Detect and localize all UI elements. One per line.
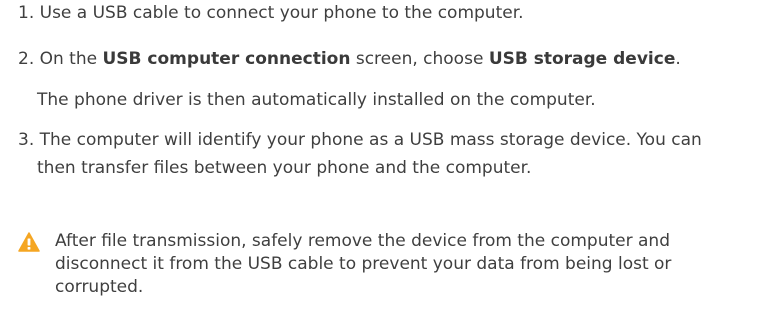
warning-icon: [18, 232, 40, 252]
step-3-line-2-text: then transfer files between your phone a…: [37, 158, 532, 178]
step-1: 1. Use a USB cable to connect your phone…: [18, 2, 524, 24]
step-2-subtext-text: The phone driver is then automatically i…: [37, 90, 596, 110]
step-3-line-2: then transfer files between your phone a…: [37, 157, 531, 179]
step-2-prefix: 2. On the: [18, 49, 103, 69]
step-1-text: 1. Use a USB cable to connect your phone…: [18, 3, 524, 23]
step-2-bold-storage: USB storage device: [488, 49, 676, 69]
step-2: 2. On the USB computer connection screen…: [18, 48, 681, 70]
warning-note-text: After file transmission, safely remove t…: [55, 231, 672, 297]
step-2-subtext: The phone driver is then automatically i…: [37, 89, 596, 111]
step-3-line-1: 3. The computer will identify your phone…: [18, 129, 702, 151]
step-2-bold-connection: USB computer connection: [102, 49, 351, 69]
step-3-line-1-text: 3. The computer will identify your phone…: [18, 130, 702, 150]
step-2-middle: screen, choose: [350, 49, 489, 69]
step-2-suffix: .: [675, 49, 681, 69]
document: 1. Use a USB cable to connect your phone…: [0, 0, 758, 316]
